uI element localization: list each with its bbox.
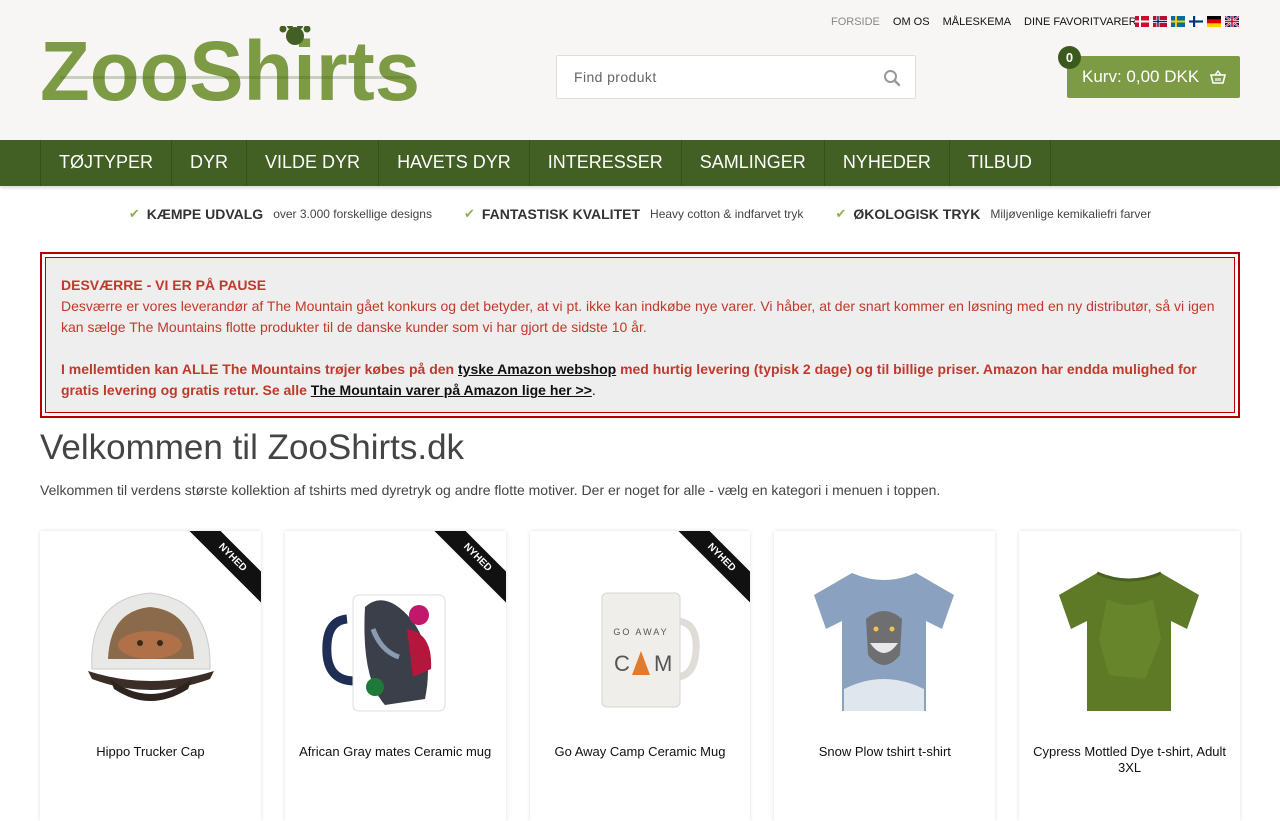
wolf-tshirt-image xyxy=(814,573,955,711)
danish-flag-icon[interactable] xyxy=(1135,16,1149,27)
usp-title: ØKOLOGISK TRYK xyxy=(853,206,981,222)
product-card[interactable]: NYHED African Gray mates Ceramic mug xyxy=(284,531,506,821)
notice-amazon-paragraph: I mellemtiden kan ALLE The Mountains trø… xyxy=(61,359,1220,401)
mug-print-text: GO AWAY xyxy=(613,627,668,637)
usp-item: ✔ KÆMPE UDVALG over 3.000 forskellige desi… xyxy=(129,206,432,222)
notice-text: . xyxy=(591,382,596,398)
product-name[interactable]: Go Away Camp Ceramic Mug xyxy=(540,744,741,760)
cart-button[interactable]: Kurv: 0,00 DKK xyxy=(1067,56,1240,98)
check-icon: ✔ xyxy=(463,206,475,221)
product-card[interactable]: NYHED Hippo Trucker Cap xyxy=(40,531,261,821)
camp-mug-image: GO AWAY C M xyxy=(601,592,700,708)
usp-subtitle: Miljøvenlige kemikaliefri farver xyxy=(990,207,1152,221)
basket-icon xyxy=(1210,69,1226,84)
zooshirts-logo[interactable]: ZooShirts xyxy=(40,26,420,104)
german-flag-icon[interactable] xyxy=(1207,16,1221,27)
usp-item: ✔ FANTASTISK KVALITET Heavy cotton & indfa… xyxy=(464,206,803,222)
notice-paragraph: Desværre er vores leverandør af The Moun… xyxy=(61,298,1215,335)
product-card[interactable]: NYHED GO AWAY C M Go Away Camp Ceramic M… xyxy=(529,531,751,821)
language-flags xyxy=(1135,16,1239,27)
usp-subtitle: over 3.000 forskellige designs xyxy=(273,207,432,221)
search-box xyxy=(556,55,916,99)
usp-title: FANTASTISK KVALITET xyxy=(481,206,641,222)
usp-item: ✔ ØKOLOGISK TRYK Miljøvenlige kemikaliefri… xyxy=(835,206,1151,222)
nav-item-interesser[interactable]: INTERESSER xyxy=(528,140,681,186)
check-icon: ✔ xyxy=(128,206,140,221)
amazon-products-link[interactable]: The Mountain varer på Amazon lige her >> xyxy=(311,382,592,398)
cart-label: Kurv: 0,00 DKK xyxy=(1082,67,1200,86)
cart-count-badge: 0 xyxy=(1058,46,1081,69)
product-name[interactable]: Cypress Mottled Dye t-shirt, Adult 3XL xyxy=(1029,744,1230,776)
intro-text: Velkommen til verdens største kollektion… xyxy=(40,482,941,498)
product-name[interactable]: African Gray mates Ceramic mug xyxy=(295,744,496,760)
green-tshirt-image xyxy=(1059,571,1200,711)
nav-item-dyr[interactable]: DYR xyxy=(171,140,246,186)
pause-notice: DESVÆRRE - VI ER PÅ PAUSE Desværre er vo… xyxy=(40,252,1240,418)
parrot-mug-image xyxy=(322,594,446,712)
nav-item-nyheder[interactable]: NYHEDER xyxy=(823,140,949,186)
finnish-flag-icon[interactable] xyxy=(1189,16,1203,27)
main-nav: TØJTYPER DYR VILDE DYR HAVETS DYR INTERE… xyxy=(0,140,1280,186)
nav-item-tojtyper[interactable]: TØJTYPER xyxy=(40,140,171,186)
usp-title: KÆMPE UDVALG xyxy=(146,206,264,222)
notice-text: I mellemtiden kan ALLE The Mountains trø… xyxy=(61,361,458,377)
top-links: FORSIDE OM OS MÅLESKEMA DINE FAVORITVARE… xyxy=(831,16,1137,28)
check-icon: ✔ xyxy=(835,206,847,221)
usp-subtitle: Heavy cotton & indfarvet tryk xyxy=(650,207,804,221)
svg-text:M: M xyxy=(654,651,672,676)
product-card[interactable]: Snow Plow tshirt t-shirt xyxy=(774,531,996,821)
svg-text:ZooShirts: ZooShirts xyxy=(40,26,420,104)
uk-flag-icon[interactable] xyxy=(1225,16,1239,27)
nav-item-havets-dyr[interactable]: HAVETS DYR xyxy=(378,140,529,186)
notice-heading: DESVÆRRE - VI ER PÅ PAUSE xyxy=(61,277,267,293)
nav-item-samlinger[interactable]: SAMLINGER xyxy=(680,140,824,186)
search-input[interactable] xyxy=(557,56,857,98)
svg-text:C: C xyxy=(614,651,630,676)
swedish-flag-icon[interactable] xyxy=(1171,16,1185,27)
norwegian-flag-icon[interactable] xyxy=(1153,16,1167,27)
top-link-favoritvarer[interactable]: DINE FAVORITVARER xyxy=(1024,16,1137,28)
header: ZooShirts FORSIDE OM OS MÅLESKEMA DINE F… xyxy=(0,0,1280,140)
pause-notice-body: DESVÆRRE - VI ER PÅ PAUSE Desværre er vo… xyxy=(45,257,1235,413)
top-link-om-os[interactable]: OM OS xyxy=(893,16,930,28)
search-icon[interactable] xyxy=(883,69,901,87)
product-name[interactable]: Snow Plow tshirt t-shirt xyxy=(784,744,985,760)
top-link-maaleskema[interactable]: MÅLESKEMA xyxy=(943,16,1011,28)
product-grid: NYHED Hippo Trucker Cap NYHED African Gr… xyxy=(40,531,1240,821)
top-link-forside[interactable]: FORSIDE xyxy=(831,16,880,28)
product-name[interactable]: Hippo Trucker Cap xyxy=(50,744,251,760)
product-card[interactable]: Cypress Mottled Dye t-shirt, Adult 3XL xyxy=(1019,531,1240,821)
amazon-shop-link[interactable]: tyske Amazon webshop xyxy=(458,361,616,377)
nav-item-tilbud[interactable]: TILBUD xyxy=(948,140,1051,186)
nav-item-vilde-dyr[interactable]: VILDE DYR xyxy=(246,140,378,186)
page-title: Velkommen til ZooShirts.dk xyxy=(40,428,465,467)
usp-bar: ✔ KÆMPE UDVALG over 3.000 forskellige desi… xyxy=(0,206,1280,222)
hippo-cap-image xyxy=(88,592,214,701)
